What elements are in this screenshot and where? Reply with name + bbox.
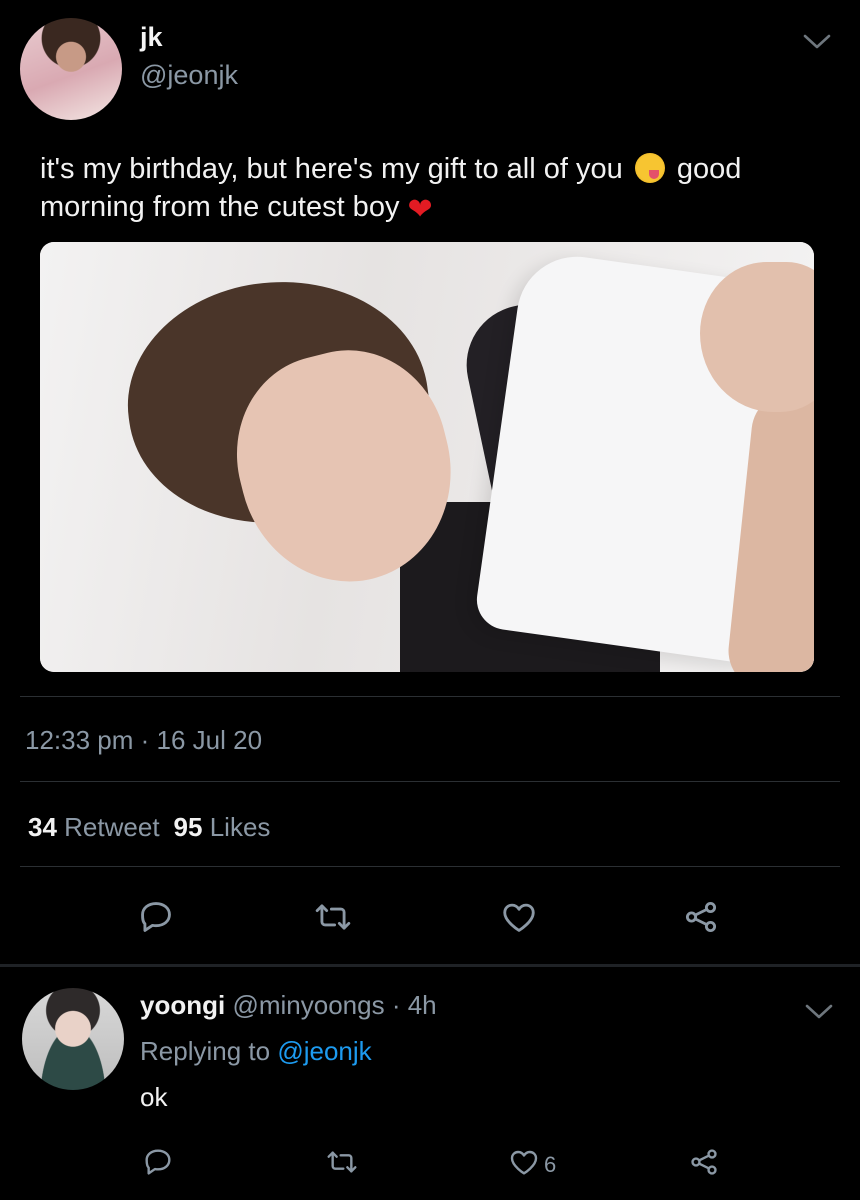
reply-text: ok [140,1082,168,1112]
chevron-down-icon[interactable] [804,1002,834,1022]
speech-bubble-icon [137,898,175,942]
retweet-label: Retweet [64,812,160,842]
reply-reply-button[interactable] [142,1146,174,1184]
red-heart-icon: ❤ [407,193,433,226]
avatar[interactable] [20,18,122,120]
reply-author-handle[interactable]: @minyoongs [232,990,384,1020]
retweet-icon [326,1146,358,1184]
tweet-text-line1: it's my birthday, but here's my gift to … [40,153,623,185]
heart-icon [508,1146,540,1184]
reply-header: yoongi @minyoongs · 4h [140,990,437,1021]
share-icon [688,1146,720,1184]
tweet-date: 16 Jul 20 [156,725,263,755]
tweet-time: 12:33 pm [25,725,134,755]
divider [20,696,840,697]
like-button[interactable] [500,898,538,942]
replying-to-mention[interactable]: @jeonjk [277,1036,371,1066]
section-separator [0,964,860,967]
tweet-text: it's my birthday, but here's my gift to … [40,150,830,229]
reply-retweet-button[interactable] [326,1146,358,1184]
yum-face-icon [634,153,665,183]
reply-time[interactable]: 4h [408,990,437,1020]
divider [20,781,840,782]
author-handle[interactable]: @jeonjk [140,60,238,91]
reply-button[interactable] [137,898,175,942]
reply-share-button[interactable] [688,1146,720,1184]
replying-to-label: Replying to [140,1036,271,1066]
tweet-stats: 34 Retweet 95 Likes [28,812,270,843]
share-button[interactable] [682,898,720,942]
like-stat[interactable]: 95 Likes [174,812,271,842]
reply-like-count: 6 [544,1152,557,1177]
tweet-photo[interactable] [40,242,814,672]
speech-bubble-icon [142,1146,174,1184]
reply-like-button[interactable]: 6 [508,1146,556,1184]
reply-separator: · [384,990,408,1020]
reply-avatar[interactable] [22,988,124,1090]
reply-author-name[interactable]: yoongi [140,990,225,1020]
tweet-timestamp[interactable]: 12:33 pm · 16 Jul 20 [25,725,262,756]
main-tweet: jk @jeonjk it's my birthday, but here's … [0,0,860,965]
author-name[interactable]: jk [140,22,163,53]
replying-to: Replying to @jeonjk [140,1036,372,1067]
tweet-text-line2: morning from the cutest boy [40,191,400,223]
tweet-text-line1-end: good [676,153,742,185]
share-icon [682,898,720,942]
divider [20,866,840,867]
retweet-icon [314,898,352,942]
like-label: Likes [209,812,271,842]
like-count: 95 [173,812,203,842]
timestamp-separator: · [133,725,157,755]
retweet-count: 34 [28,812,57,842]
retweet-stat[interactable]: 34 Retweet [28,812,160,842]
chevron-down-icon[interactable] [802,32,832,52]
heart-icon [500,898,538,942]
retweet-button[interactable] [314,898,352,942]
